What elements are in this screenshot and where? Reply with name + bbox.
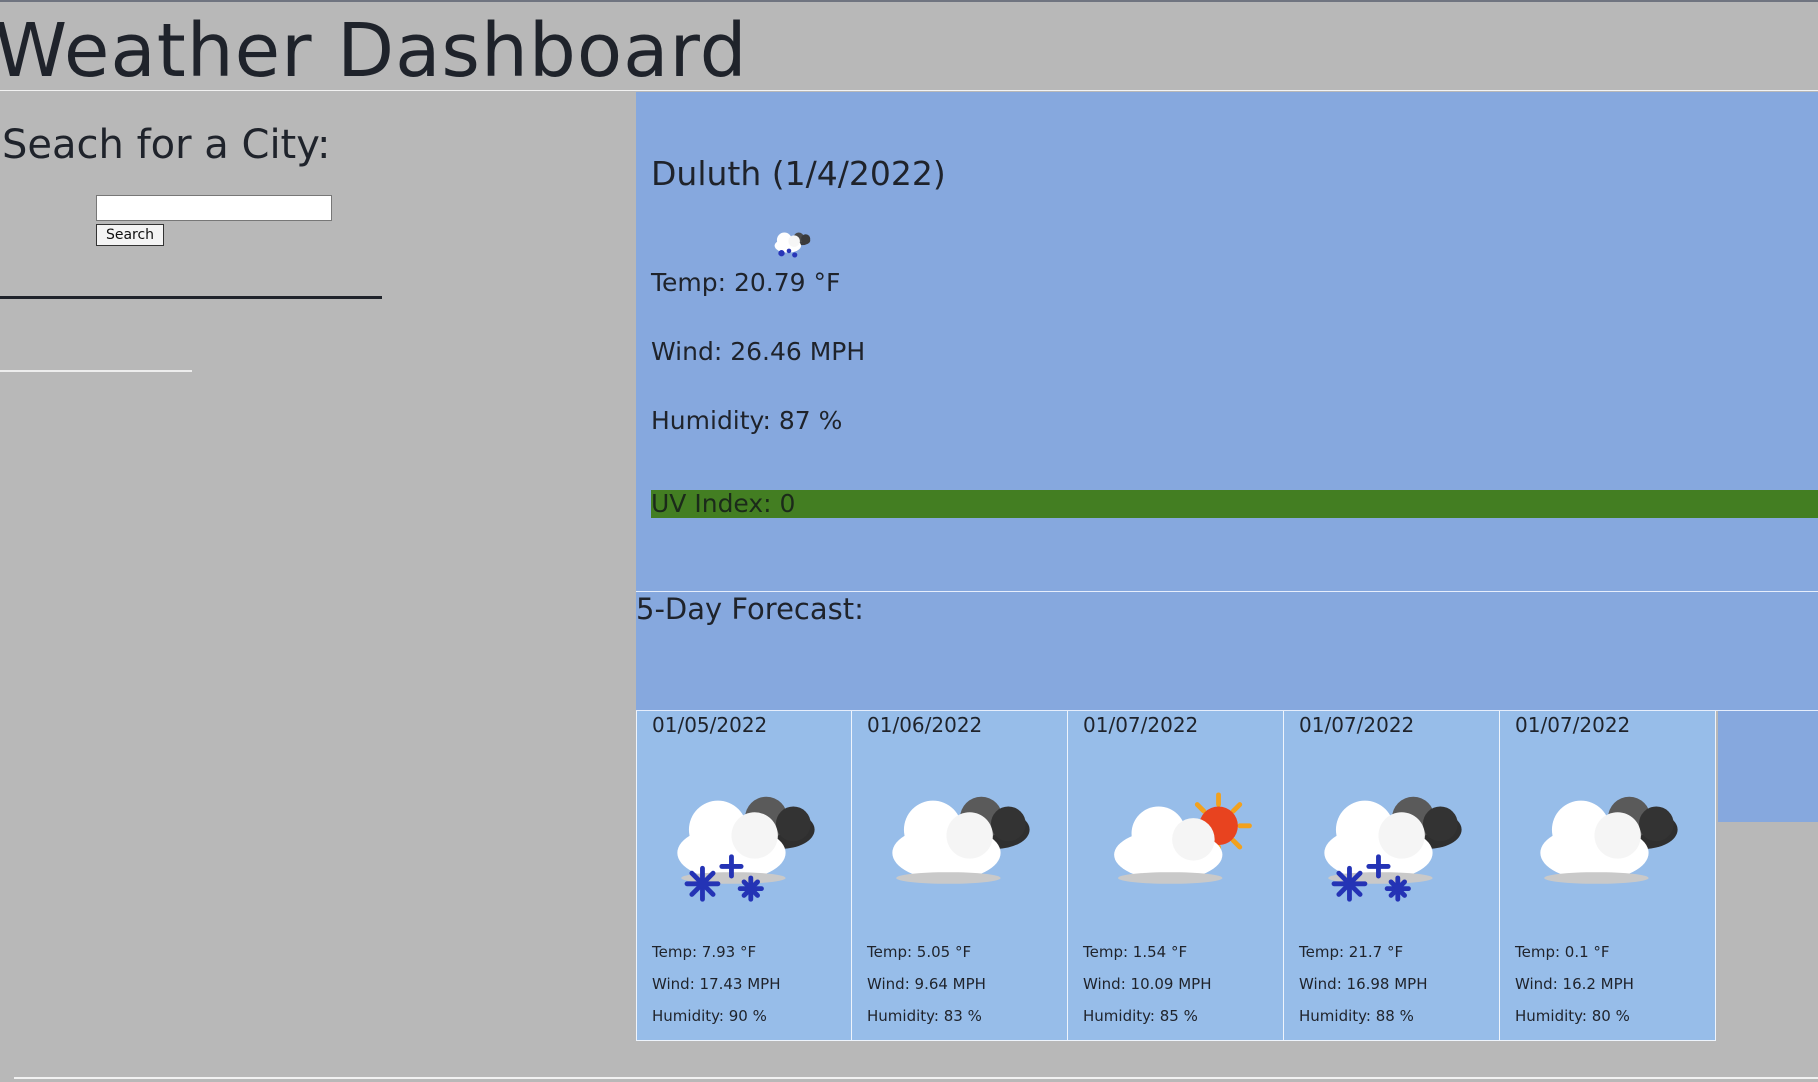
forecast-card: 01/07/2022 Temp: 0.1 °F Wind: 16.2 MPH H… — [1500, 711, 1716, 1041]
current-city-title: Duluth (1/4/2022) — [651, 154, 946, 193]
forecast-humidity: Humidity: 83 % — [867, 1007, 982, 1025]
current-humidity: Humidity: 87 % — [651, 406, 843, 435]
forecast-card: 01/06/2022 Temp: 5.05 °F Wind: 9.64 MPH … — [852, 711, 1068, 1041]
forecast-humidity: Humidity: 80 % — [1515, 1007, 1630, 1025]
forecast-card: 01/05/2022 Temp: 7.93 °F Wind: 17.43 MPH… — [636, 711, 852, 1041]
uv-index-badge: UV Index: 0 — [651, 490, 1818, 518]
forecast-header-band: 5-Day Forecast: — [636, 592, 1818, 711]
current-temp: Temp: 20.79 °F — [651, 268, 841, 297]
forecast-date: 01/05/2022 — [652, 713, 768, 737]
forecast-temp: Temp: 1.54 °F — [1083, 943, 1188, 961]
snow-cloud-icon — [1324, 796, 1462, 902]
forecast-date: 01/07/2022 — [1515, 713, 1631, 737]
forecast-temp: Temp: 0.1 °F — [1515, 943, 1610, 961]
forecast-temp: Temp: 7.93 °F — [652, 943, 757, 961]
forecast-temp: Temp: 21.7 °F — [1299, 943, 1404, 961]
current-wind: Wind: 26.46 MPH — [651, 337, 866, 366]
forecast-card: 01/07/2022 Temp: 1.54 °F Wind: 10.09 MPH… — [1068, 711, 1284, 1041]
snow-cloud-icon — [677, 796, 815, 902]
cloud-icon — [1540, 796, 1678, 884]
forecast-wind: Wind: 10.09 MPH — [1083, 975, 1212, 993]
uv-index-label: UV Index: 0 — [651, 489, 796, 518]
city-search-input[interactable] — [96, 195, 332, 221]
forecast-heading: 5-Day Forecast: — [636, 592, 864, 626]
forecast-humidity: Humidity: 85 % — [1083, 1007, 1198, 1025]
forecast-temp: Temp: 5.05 °F — [867, 943, 972, 961]
forecast-humidity: Humidity: 90 % — [652, 1007, 767, 1025]
forecast-wind: Wind: 16.98 MPH — [1299, 975, 1428, 993]
search-button[interactable]: Search — [96, 224, 164, 246]
search-heading: Seach for a City: — [2, 122, 331, 168]
search-divider — [0, 296, 382, 299]
page-header: Weather Dashboard — [0, 2, 1818, 94]
current-weather-panel: Duluth (1/4/2022) Temp: 20.79 °F Wind: 2… — [636, 92, 1818, 592]
forecast-band-extension — [1718, 711, 1818, 822]
forecast-wind: Wind: 9.64 MPH — [867, 975, 986, 993]
page-title: Weather Dashboard — [0, 8, 748, 94]
bottom-border — [14, 1077, 1818, 1079]
snow-cloud-icon — [774, 232, 811, 258]
forecast-cards: 01/05/2022 Temp: 7.93 °F Wind: 17.43 MPH… — [636, 711, 1716, 1041]
forecast-humidity: Humidity: 88 % — [1299, 1007, 1414, 1025]
forecast-wind: Wind: 16.2 MPH — [1515, 975, 1634, 993]
cloud-icon — [892, 796, 1030, 884]
sun-cloud-icon — [1114, 792, 1252, 884]
forecast-card: 01/07/2022 Temp: 21.7 °F Wind: 16.98 MPH… — [1284, 711, 1500, 1041]
forecast-date: 01/06/2022 — [867, 713, 983, 737]
forecast-date: 01/07/2022 — [1299, 713, 1415, 737]
history-divider — [0, 370, 192, 372]
forecast-wind: Wind: 17.43 MPH — [652, 975, 781, 993]
forecast-date: 01/07/2022 — [1083, 713, 1199, 737]
